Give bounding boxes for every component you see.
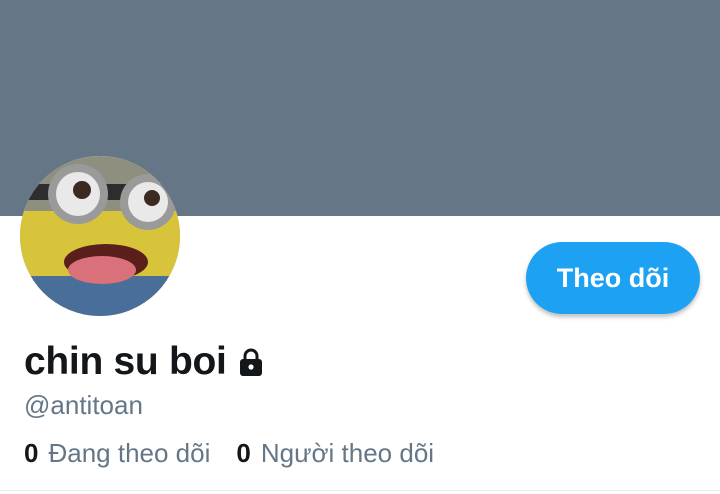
following-stat[interactable]: 0 Đang theo dõi — [24, 438, 210, 469]
display-name-row: chin su boi — [24, 338, 267, 386]
profile-stats: 0 Đang theo dõi 0 Người theo dõi — [24, 438, 434, 469]
divider — [0, 490, 720, 491]
followers-count: 0 — [236, 438, 251, 468]
followers-stat[interactable]: 0 Người theo dõi — [236, 438, 434, 469]
user-handle: @antitoan — [24, 390, 143, 420]
following-count: 0 — [24, 438, 39, 468]
followers-label: Người theo dõi — [260, 438, 435, 468]
display-name: chin su boi — [24, 340, 227, 383]
avatar[interactable] — [20, 156, 180, 316]
follow-button[interactable]: Theo dõi — [526, 242, 700, 314]
lock-icon — [235, 346, 267, 378]
following-label: Đang theo dõi — [48, 438, 211, 468]
minion-avatar-icon — [20, 156, 180, 316]
profile-page: Theo dõi chin su boi @antitoan 0 Đang th… — [0, 0, 720, 494]
